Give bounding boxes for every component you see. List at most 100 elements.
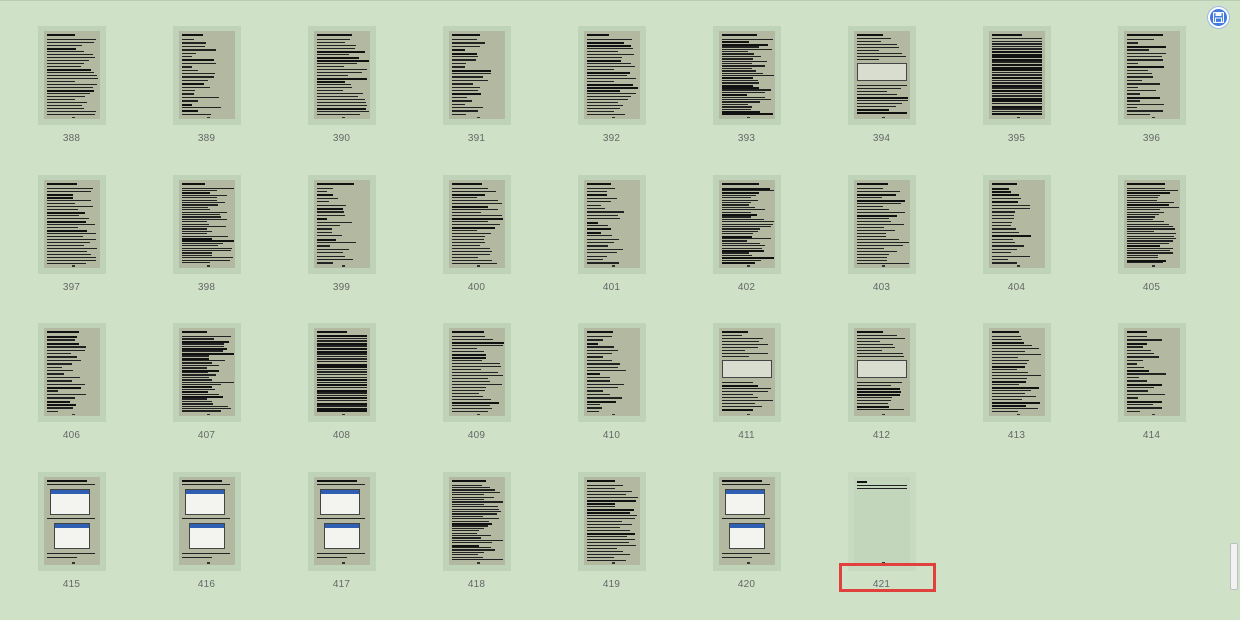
- text-line: [587, 509, 635, 511]
- text-line: [452, 492, 501, 493]
- page-number-mark: [207, 117, 210, 119]
- page-number-mark: [72, 265, 75, 267]
- text-line: [992, 363, 1027, 364]
- text-line: [47, 63, 84, 64]
- page-thumbnail[interactable]: 394: [814, 26, 949, 175]
- page-thumbnail[interactable]: 404: [949, 175, 1084, 324]
- text-line: [722, 195, 757, 196]
- page-thumbnail[interactable]: 399: [274, 175, 409, 324]
- text-line: [1127, 224, 1169, 225]
- embedded-image: [725, 489, 765, 515]
- page-preview: [713, 472, 781, 571]
- text-line: [47, 384, 85, 385]
- page-thumbnail[interactable]: 406: [4, 323, 139, 472]
- page-thumbnail[interactable]: 388: [4, 26, 139, 175]
- text-line: [587, 249, 623, 250]
- page-content: [1124, 31, 1180, 119]
- vertical-scrollbar-thumb[interactable]: [1230, 543, 1238, 590]
- text-line: [182, 336, 232, 337]
- text-line: [47, 553, 95, 554]
- text-line: [857, 191, 900, 192]
- page-thumbnail[interactable]: 395: [949, 26, 1084, 175]
- text-line: [587, 245, 608, 246]
- page-thumbnail[interactable]: 397: [4, 175, 139, 324]
- text-line: [992, 378, 1027, 379]
- text-line: [182, 204, 218, 205]
- page-thumbnail[interactable]: 396: [1084, 26, 1219, 175]
- text-line: [182, 384, 222, 385]
- text-line: [587, 60, 621, 62]
- page-thumbnail[interactable]: 415: [4, 472, 139, 620]
- page-thumbnail[interactable]: 417: [274, 472, 409, 620]
- page-thumbnail[interactable]: 409: [409, 323, 544, 472]
- text-line: [587, 394, 611, 395]
- page-number-mark: [207, 562, 210, 564]
- text-line: [452, 251, 492, 252]
- page-thumbnail[interactable]: 418: [409, 472, 544, 620]
- page-thumbnail[interactable]: 392: [544, 26, 679, 175]
- text-line: [1127, 73, 1153, 74]
- text-line: [182, 252, 212, 253]
- page-preview: [443, 323, 511, 422]
- page-thumbnail[interactable]: 411: [679, 323, 814, 472]
- text-line: [722, 243, 760, 244]
- page-preview: [713, 26, 781, 125]
- page-thumbnail[interactable]: 401: [544, 175, 679, 324]
- page-number-mark: [342, 265, 345, 267]
- page-thumbnail[interactable]: 414: [1084, 323, 1219, 472]
- text-line: [857, 44, 897, 45]
- page-thumbnail[interactable]: 413: [949, 323, 1084, 472]
- text-line: [182, 221, 208, 222]
- page-thumbnail[interactable]: 400: [409, 175, 544, 324]
- page-content: [179, 477, 235, 565]
- page-thumbnail[interactable]: 408: [274, 323, 409, 472]
- page-thumbnail[interactable]: 416: [139, 472, 274, 620]
- text-line: [1127, 34, 1164, 36]
- text-line: [452, 93, 482, 95]
- page-preview: [308, 26, 376, 125]
- save-floating-button[interactable]: [1208, 7, 1229, 28]
- text-line: [1127, 207, 1179, 208]
- text-line: [587, 363, 620, 364]
- text-line: [47, 387, 82, 389]
- page-thumbnail[interactable]: 405: [1084, 175, 1219, 324]
- text-line: [317, 201, 329, 202]
- text-line: [857, 203, 901, 204]
- text-line: [722, 51, 749, 52]
- page-thumbnail[interactable]: 398: [139, 175, 274, 324]
- page-preview: [308, 175, 376, 274]
- text-line: [857, 103, 903, 104]
- text-line: [182, 343, 225, 344]
- text-line: [722, 204, 750, 205]
- text-line: [1127, 212, 1165, 213]
- text-line: [182, 243, 224, 244]
- text-line: [1127, 401, 1163, 403]
- page-thumbnail[interactable]: 412: [814, 323, 949, 472]
- page-thumbnail[interactable]: 407: [139, 323, 274, 472]
- page-thumbnail[interactable]: 403: [814, 175, 949, 324]
- text-line: [992, 354, 1041, 355]
- page-thumbnail[interactable]: 410: [544, 323, 679, 472]
- page-thumbnail[interactable]: 393: [679, 26, 814, 175]
- page-thumbnail[interactable]: 389: [139, 26, 274, 175]
- text-line: [317, 395, 367, 396]
- page-number-label: 391: [468, 133, 485, 144]
- text-line: [1127, 367, 1145, 368]
- text-line: [587, 411, 599, 412]
- text-line: [1127, 104, 1164, 105]
- page-thumbnail[interactable]: 421: [814, 472, 949, 620]
- page-thumbnail[interactable]: 391: [409, 26, 544, 175]
- text-line: [47, 66, 81, 67]
- text-line: [452, 63, 467, 64]
- page-thumbnail[interactable]: 420: [679, 472, 814, 620]
- text-line: [182, 401, 213, 402]
- text-line: [857, 59, 880, 60]
- text-line: [47, 209, 78, 210]
- page-thumbnail[interactable]: 390: [274, 26, 409, 175]
- page-content: [719, 180, 775, 268]
- page-thumbnail[interactable]: 402: [679, 175, 814, 324]
- text-line: [452, 363, 501, 364]
- text-line: [452, 342, 504, 344]
- text-line: [182, 83, 205, 85]
- page-thumbnail[interactable]: 419: [544, 472, 679, 620]
